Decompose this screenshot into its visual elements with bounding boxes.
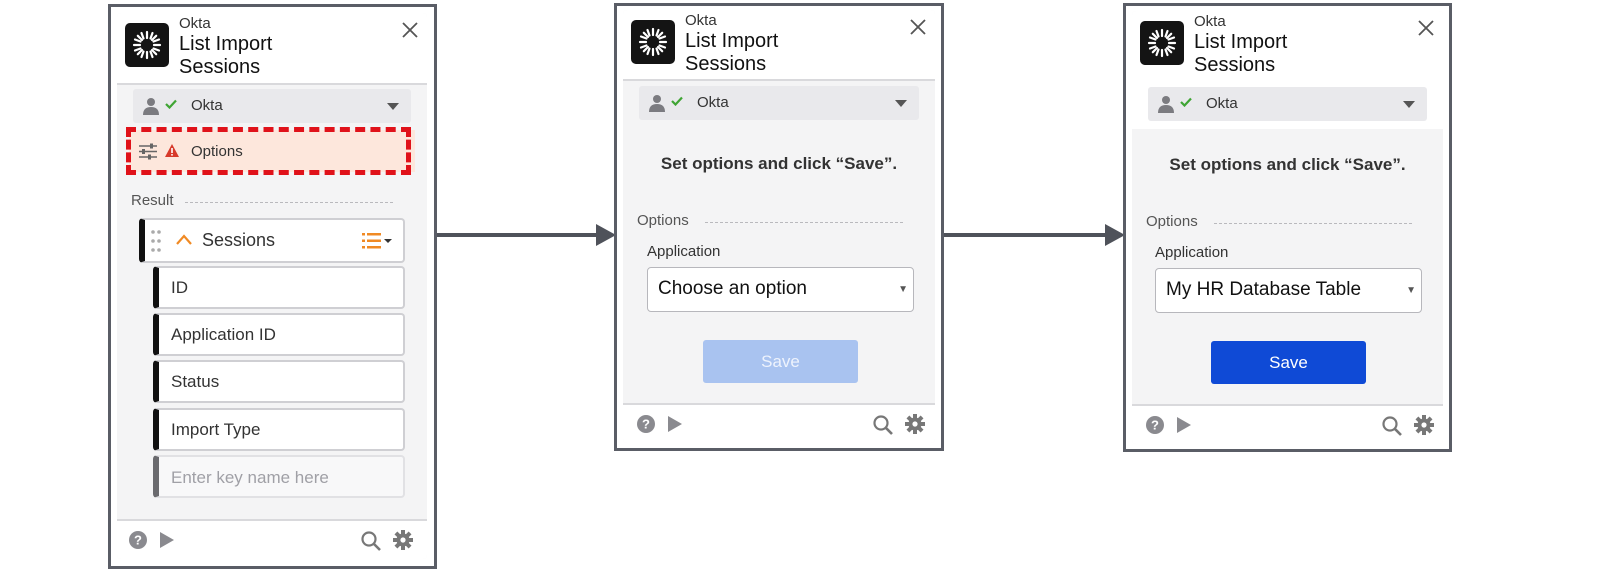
panel-2-footer: ? xyxy=(623,403,935,443)
panel-1-footer: ? xyxy=(117,519,427,559)
save-button[interactable]: Save xyxy=(703,340,858,383)
user-icon xyxy=(1158,96,1174,113)
check-icon xyxy=(1180,97,1192,107)
gear-icon[interactable] xyxy=(393,530,413,550)
close-icon[interactable] xyxy=(1417,19,1439,41)
play-icon[interactable] xyxy=(159,531,175,549)
field-label: ID xyxy=(171,277,188,297)
help-icon[interactable]: ? xyxy=(129,531,147,549)
card-title-line-1: List Import xyxy=(685,30,779,52)
search-icon[interactable] xyxy=(1382,416,1402,436)
instruction-message: Set options and click “Save”. xyxy=(660,154,898,173)
check-icon xyxy=(165,99,177,109)
panel-1-card: Okta List Import Sessions Okta Options R… xyxy=(117,13,427,559)
card-title-line-2: Sessions xyxy=(685,53,767,75)
help-icon[interactable]: ? xyxy=(1146,416,1164,434)
instruction-message: Set options and click “Save”. xyxy=(1169,155,1406,174)
vendor-name: Okta xyxy=(685,12,717,29)
key-name-input[interactable] xyxy=(169,457,393,498)
result-divider xyxy=(185,202,393,203)
connection-selector[interactable]: Okta xyxy=(1148,87,1427,121)
connection-label: Okta xyxy=(697,94,729,111)
connection-selector[interactable]: Okta xyxy=(133,89,411,123)
card-title-line-1: List Import xyxy=(1194,31,1288,53)
panel-3-frame: Okta List Import Sessions Okta Set optio… xyxy=(1123,3,1452,452)
application-select[interactable]: My HR Database Table ▼ xyxy=(1155,268,1422,313)
okta-logo xyxy=(1140,21,1184,65)
flow-arrow-1 xyxy=(437,233,599,237)
field-label: Import Type xyxy=(171,419,261,439)
application-select[interactable]: Choose an option ▼ xyxy=(647,267,914,312)
field-label: Status xyxy=(171,371,220,391)
card-title: List Import Sessions xyxy=(685,30,778,76)
panel-3-card: Okta List Import Sessions Okta Set optio… xyxy=(1132,11,1443,444)
sessions-label: Sessions xyxy=(202,230,276,250)
arrowhead-icon xyxy=(1105,224,1125,246)
panel-3-footer: ? xyxy=(1132,404,1443,444)
vendor-name: Okta xyxy=(179,15,211,32)
chevron-up-icon[interactable] xyxy=(176,234,192,245)
panel-3-header: Okta List Import Sessions xyxy=(1132,11,1443,82)
select-arrow-icon: ▼ xyxy=(898,284,908,295)
play-icon[interactable] xyxy=(667,415,683,433)
application-label: Application xyxy=(1155,244,1229,261)
card-title-line-1: List Import xyxy=(179,33,273,55)
search-icon[interactable] xyxy=(361,531,381,551)
okta-logo xyxy=(631,20,675,64)
vendor-name: Okta xyxy=(1194,13,1226,30)
connection-label: Okta xyxy=(1206,95,1238,112)
panel-1-header: Okta List Import Sessions xyxy=(117,13,427,85)
arrowhead-icon xyxy=(596,224,616,246)
user-icon xyxy=(143,98,159,115)
select-arrow-icon: ▼ xyxy=(1406,285,1416,296)
card-title: List Import Sessions xyxy=(1194,31,1287,77)
save-button[interactable]: Save xyxy=(1211,341,1366,384)
svg-text:?: ? xyxy=(1151,418,1159,433)
close-icon[interactable] xyxy=(401,21,423,43)
flow-arrow-2 xyxy=(944,233,1108,237)
panel-1-frame: Okta List Import Sessions Okta Options R… xyxy=(108,4,437,569)
user-icon xyxy=(649,95,665,112)
sessions-row[interactable]: Sessions xyxy=(139,218,405,263)
field-label: Application ID xyxy=(171,324,276,344)
options-divider xyxy=(1214,223,1412,224)
card-title-line-2: Sessions xyxy=(179,56,261,78)
options-section-label: Options xyxy=(637,212,689,229)
okta-logo xyxy=(125,23,169,67)
options-divider xyxy=(705,222,903,223)
connection-label: Okta xyxy=(191,97,223,114)
field-row[interactable]: Import Type xyxy=(153,408,405,451)
drag-handle-icon[interactable] xyxy=(151,229,161,253)
svg-text:?: ? xyxy=(134,533,142,548)
help-icon[interactable]: ? xyxy=(637,415,655,433)
panel-2-header: Okta List Import Sessions xyxy=(623,10,935,81)
application-select-value: My HR Database Table xyxy=(1166,279,1362,300)
key-name-row xyxy=(153,455,405,498)
gear-icon[interactable] xyxy=(1414,415,1434,435)
highlight-box xyxy=(126,127,411,175)
list-icon[interactable] xyxy=(362,232,394,250)
panel-2-card: Okta List Import Sessions Okta Set optio… xyxy=(623,10,935,443)
field-row[interactable]: ID xyxy=(153,266,405,309)
play-icon[interactable] xyxy=(1176,416,1192,434)
check-icon xyxy=(671,96,683,106)
panel-2-frame: Okta List Import Sessions Okta Set optio… xyxy=(614,3,944,451)
chevron-down-icon xyxy=(387,103,399,110)
result-label: Result xyxy=(131,192,174,209)
field-row[interactable]: Application ID xyxy=(153,313,405,356)
connection-selector[interactable]: Okta xyxy=(639,86,919,120)
chevron-down-icon xyxy=(895,100,907,107)
search-icon[interactable] xyxy=(873,415,893,435)
chevron-down-icon xyxy=(1403,101,1415,108)
svg-text:?: ? xyxy=(642,417,650,432)
card-title: List Import Sessions xyxy=(179,33,272,79)
application-label: Application xyxy=(647,243,721,260)
options-section-label: Options xyxy=(1146,213,1198,230)
field-row[interactable]: Status xyxy=(153,360,405,403)
card-title-line-2: Sessions xyxy=(1194,54,1276,76)
gear-icon[interactable] xyxy=(905,414,925,434)
application-select-value: Choose an option xyxy=(658,278,807,299)
close-icon[interactable] xyxy=(909,18,931,40)
